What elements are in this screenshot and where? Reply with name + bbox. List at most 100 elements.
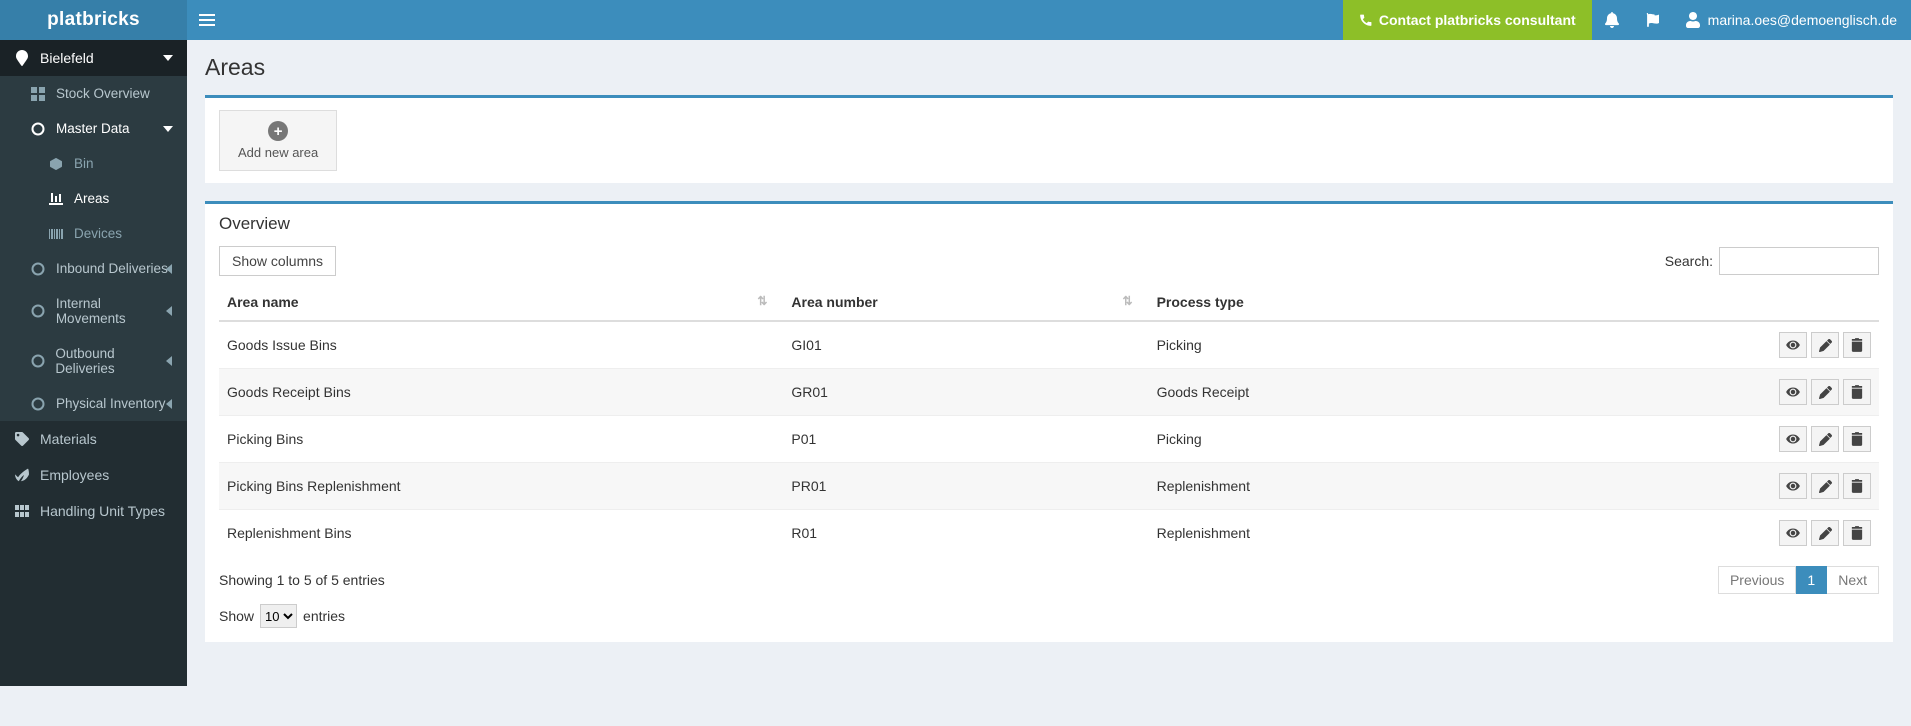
length-select[interactable]: 10 xyxy=(260,604,297,628)
edit-button[interactable] xyxy=(1811,332,1839,358)
sidebar-site-label: Bielefeld xyxy=(40,50,94,66)
cell-area-number: GR01 xyxy=(783,369,1148,416)
trash-icon xyxy=(1851,385,1863,399)
table-footer: Showing 1 to 5 of 5 entries Previous 1 N… xyxy=(205,556,1893,598)
table-pager: Previous 1 Next xyxy=(1718,566,1879,594)
col-label: Area number xyxy=(791,294,877,310)
edit-icon xyxy=(1819,527,1832,540)
view-button[interactable] xyxy=(1779,379,1807,405)
cell-actions xyxy=(1647,463,1879,510)
nav-toggle-button[interactable] xyxy=(187,0,227,40)
sidebar-item-materials[interactable]: Materials xyxy=(0,421,187,457)
delete-button[interactable] xyxy=(1843,379,1871,405)
hamburger-icon xyxy=(199,14,215,26)
sidebar-item-label: Physical Inventory xyxy=(56,396,166,411)
user-label: marina.oes@demoenglisch.de xyxy=(1708,12,1897,28)
flag-button[interactable] xyxy=(1632,0,1672,40)
chevron-left-icon xyxy=(165,264,173,274)
sidebar-item-bin[interactable]: Bin xyxy=(0,146,187,181)
view-button[interactable] xyxy=(1779,332,1807,358)
delete-button[interactable] xyxy=(1843,520,1871,546)
notifications-button[interactable] xyxy=(1592,0,1632,40)
sort-icon: ⇅ xyxy=(1123,294,1141,308)
sidebar-item-label: Materials xyxy=(40,431,97,447)
table-tools: Show columns Search: xyxy=(205,234,1893,284)
table-length: Show 10 entries xyxy=(205,598,1893,642)
col-process-type[interactable]: Process type xyxy=(1149,284,1647,321)
chevron-down-icon xyxy=(163,53,173,63)
edit-button[interactable] xyxy=(1811,473,1839,499)
col-label: Area name xyxy=(227,294,299,310)
marker-icon xyxy=(14,50,30,66)
sidebar-item-stock-overview[interactable]: Stock Overview xyxy=(0,76,187,111)
sidebar-item-master-data[interactable]: Master Data xyxy=(0,111,187,146)
user-menu[interactable]: marina.oes@demoenglisch.de xyxy=(1672,0,1911,40)
edit-button[interactable] xyxy=(1811,426,1839,452)
panel-overview: Overview Show columns Search: Area name … xyxy=(205,201,1893,642)
brand-logo[interactable]: platbricks xyxy=(0,0,187,40)
sidebar-item-areas[interactable]: Areas xyxy=(0,181,187,216)
sidebar-item-label: Bin xyxy=(74,156,94,171)
edit-icon xyxy=(1819,339,1832,352)
contact-consultant-button[interactable]: Contact platbricks consultant xyxy=(1343,0,1592,40)
sidebar-item-employees[interactable]: Employees xyxy=(0,457,187,493)
cell-area-number: PR01 xyxy=(783,463,1148,510)
cell-process-type: Goods Receipt xyxy=(1149,369,1647,416)
sidebar-item-label: Master Data xyxy=(56,121,130,136)
cell-area-name: Goods Issue Bins xyxy=(219,321,783,369)
search-input[interactable] xyxy=(1719,247,1879,275)
sidebar-item-inbound-deliveries[interactable]: Inbound Deliveries xyxy=(0,251,187,286)
ring-icon xyxy=(30,354,45,368)
grid-icon xyxy=(14,505,30,517)
table-row: Goods Issue BinsGI01Picking xyxy=(219,321,1879,369)
table-search: Search: xyxy=(1665,247,1879,275)
cell-process-type: Replenishment xyxy=(1149,463,1647,510)
view-button[interactable] xyxy=(1779,520,1807,546)
chevron-left-icon xyxy=(165,306,173,316)
cell-process-type: Picking xyxy=(1149,416,1647,463)
sidebar-item-label: Internal Movements xyxy=(56,296,173,326)
add-new-area-button[interactable]: + Add new area xyxy=(219,110,337,171)
trash-icon xyxy=(1851,479,1863,493)
barcode-icon xyxy=(48,229,64,239)
cell-area-number: P01 xyxy=(783,416,1148,463)
delete-button[interactable] xyxy=(1843,473,1871,499)
cell-actions xyxy=(1647,416,1879,463)
sidebar-site-selector[interactable]: Bielefeld xyxy=(0,40,187,76)
trash-icon xyxy=(1851,432,1863,446)
table-row: Picking BinsP01Picking xyxy=(219,416,1879,463)
col-area-name[interactable]: Area name ⇅ xyxy=(219,284,783,321)
chevron-left-icon xyxy=(165,399,173,409)
pager-page-1[interactable]: 1 xyxy=(1796,566,1827,594)
contact-label: Contact platbricks consultant xyxy=(1379,12,1576,28)
edit-button[interactable] xyxy=(1811,379,1839,405)
sidebar-item-physical-inventory[interactable]: Physical Inventory xyxy=(0,386,187,421)
pager-previous[interactable]: Previous xyxy=(1718,566,1796,594)
sidebar-item-devices[interactable]: Devices xyxy=(0,216,187,251)
delete-button[interactable] xyxy=(1843,332,1871,358)
length-suffix: entries xyxy=(303,608,345,624)
show-columns-button[interactable]: Show columns xyxy=(219,246,336,276)
col-area-number[interactable]: Area number ⇅ xyxy=(783,284,1148,321)
ring-icon xyxy=(30,397,46,411)
view-button[interactable] xyxy=(1779,426,1807,452)
sidebar-item-handling-unit-types[interactable]: Handling Unit Types xyxy=(0,493,187,529)
eye-icon xyxy=(1786,433,1800,445)
edit-icon xyxy=(1819,433,1832,446)
edit-button[interactable] xyxy=(1811,520,1839,546)
cell-area-name: Goods Receipt Bins xyxy=(219,369,783,416)
cell-process-type: Picking xyxy=(1149,321,1647,369)
sidebar-item-internal-movements[interactable]: Internal Movements xyxy=(0,286,187,336)
delete-button[interactable] xyxy=(1843,426,1871,452)
eye-icon xyxy=(1786,480,1800,492)
leaf-icon xyxy=(14,468,30,482)
cell-area-name: Picking Bins xyxy=(219,416,783,463)
pager-next[interactable]: Next xyxy=(1827,566,1879,594)
sidebar-item-outbound-deliveries[interactable]: Outbound Deliveries xyxy=(0,336,187,386)
col-label: Process type xyxy=(1157,294,1244,310)
sidebar-item-label: Employees xyxy=(40,467,109,483)
chevron-down-icon xyxy=(163,124,173,134)
view-button[interactable] xyxy=(1779,473,1807,499)
sidebar: Bielefeld Stock Overview Master Data Bin… xyxy=(0,40,187,686)
table-row: Goods Receipt BinsGR01Goods Receipt xyxy=(219,369,1879,416)
